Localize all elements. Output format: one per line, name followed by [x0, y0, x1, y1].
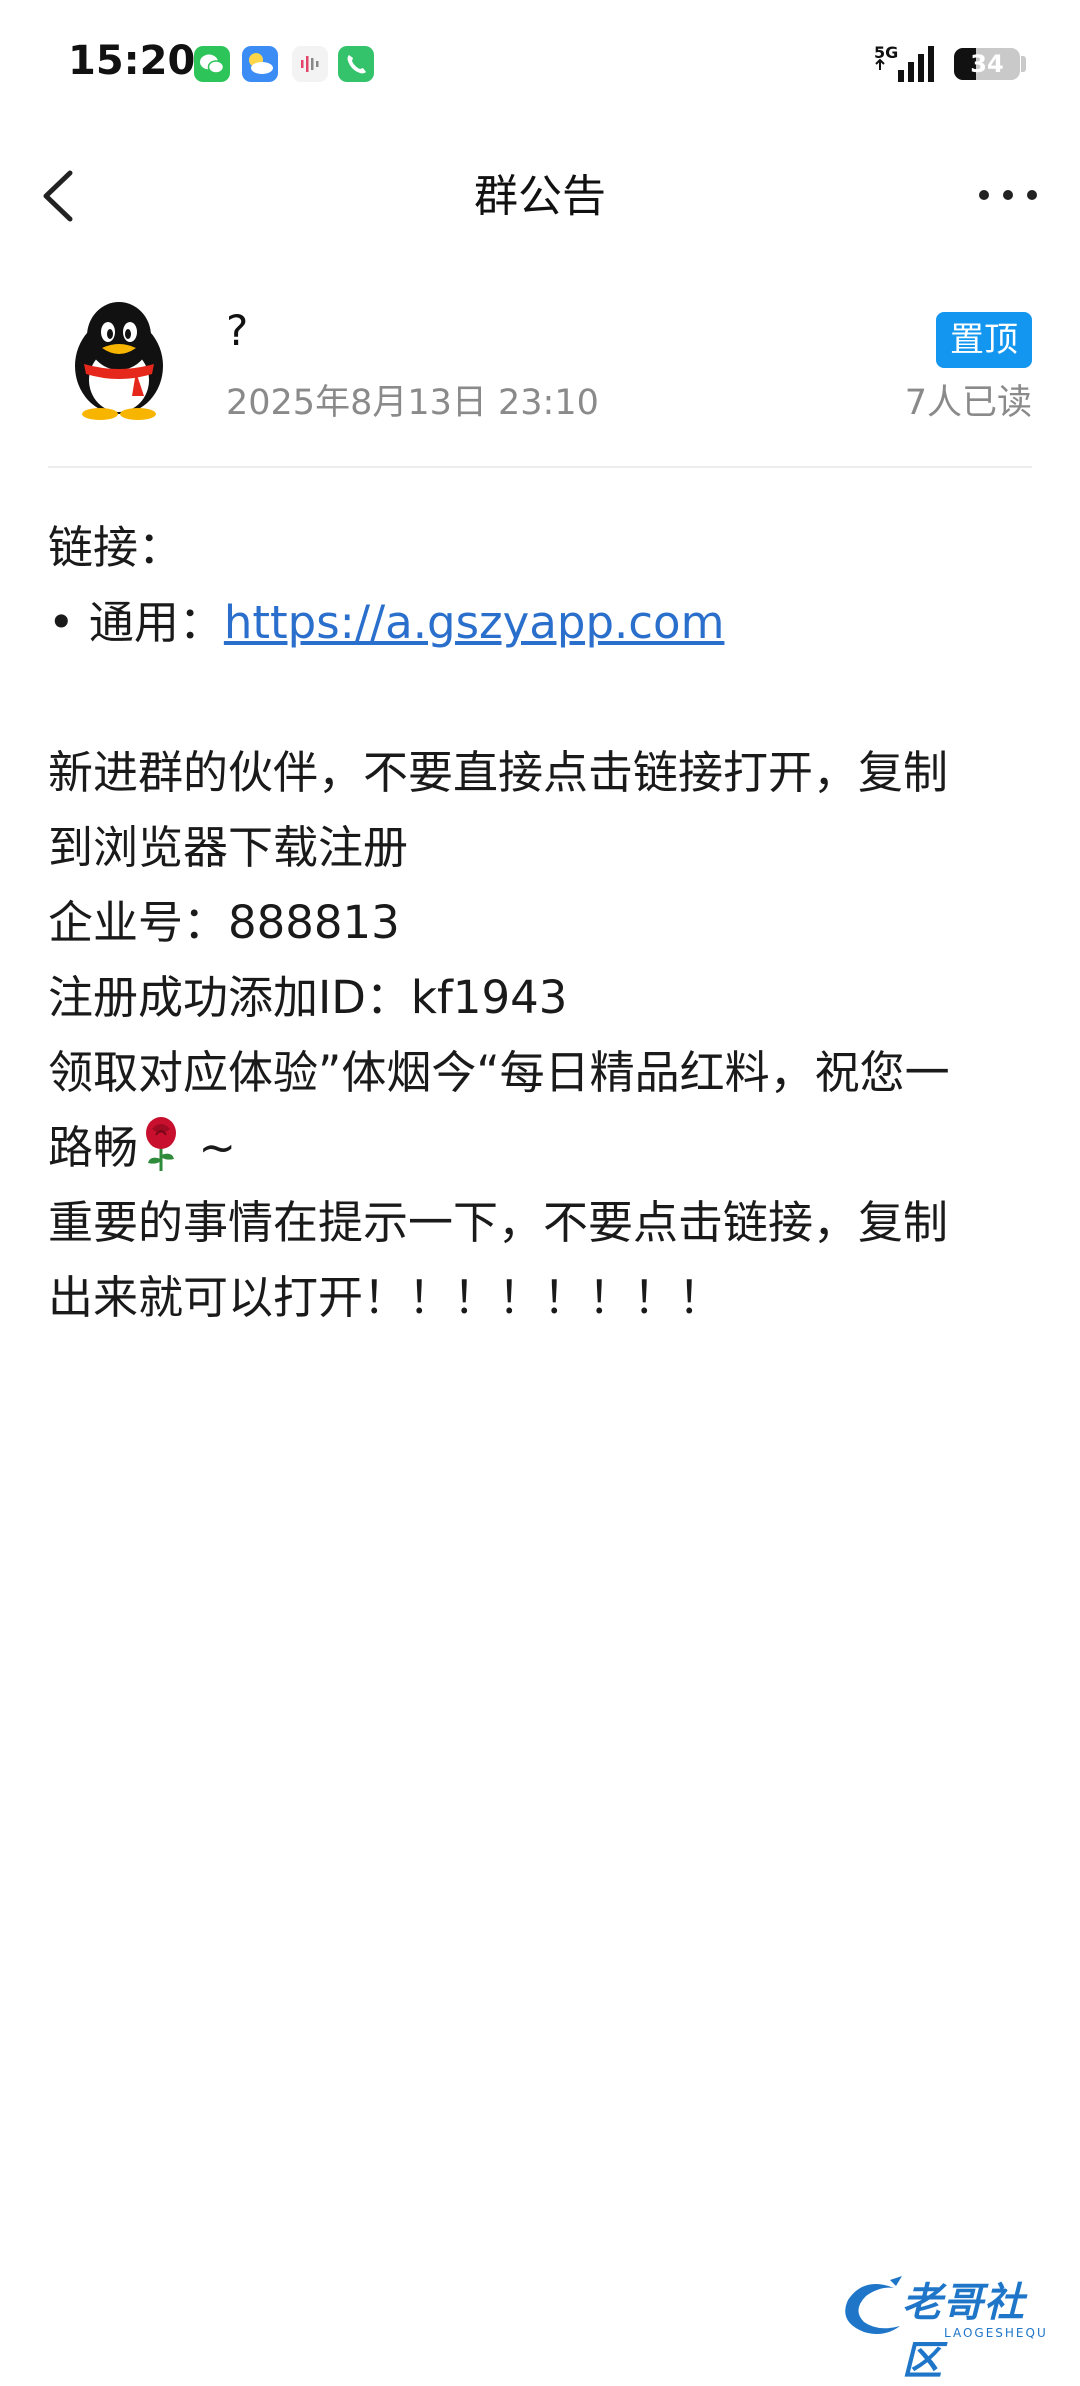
body-line: 到浏览器下载注册 [48, 821, 409, 874]
read-count[interactable]: 7人已读 [905, 374, 1032, 425]
more-dots-icon [979, 190, 1037, 200]
author-name: ? [226, 306, 249, 355]
page-title: 群公告 [474, 171, 606, 222]
body-line: 链接： [48, 521, 184, 574]
body-line-link: • 通用：https://a.gszyapp.com [48, 585, 1038, 660]
signal-icon: 5G [872, 40, 942, 86]
watermark-subtext: LAOGESHEQU [944, 2326, 1048, 2340]
download-link[interactable]: https://a.gszyapp.com [224, 596, 725, 649]
more-button[interactable] [970, 170, 1046, 220]
announcement-body: 链接： • 通用：https://a.gszyapp.com 新进群的伙伴，不要… [48, 510, 1038, 1335]
body-line-rose: 路畅 ~ [48, 1110, 1038, 1185]
svg-text:5G: 5G [874, 43, 898, 62]
battery-icon: 34 [954, 48, 1020, 80]
nav-bar: 群公告 [0, 140, 1080, 250]
wechat-icon [194, 46, 230, 82]
weather-icon [242, 46, 278, 82]
line-text: ~ [184, 1121, 237, 1174]
body-line: 注册成功添加ID：kf1943 [48, 971, 568, 1024]
pinned-badge: 置顶 [936, 312, 1032, 368]
body-line: 新进群的伙伴，不要直接点击链接打开，复制 [48, 746, 949, 799]
phone-icon [338, 46, 374, 82]
battery-tip [1021, 56, 1026, 72]
watermark-logo: 老哥社区 LAOGESHEQU [834, 2270, 1064, 2384]
link-prefix: • 通用： [48, 596, 224, 649]
body-line: 领取对应体验”体烟今“每日精品红料，祝您一 [48, 1046, 950, 1099]
qq-penguin-icon [75, 302, 163, 420]
rose-emoji-icon [138, 1115, 184, 1173]
body-line: 重要的事情在提示一下，不要点击链接，复制 [48, 1196, 949, 1249]
avatar[interactable] [66, 296, 172, 420]
status-time: 15:20 [68, 38, 196, 84]
line-text: 路畅 [48, 1121, 139, 1174]
battery-percent: 34 [970, 50, 1004, 78]
post-timestamp: 2025年8月13日 23:10 [226, 383, 599, 423]
body-line: 企业号：888813 [48, 896, 400, 949]
divider [48, 466, 1032, 468]
body-line: 出来就可以打开！！！！！！！！ [48, 1271, 724, 1324]
status-bar: 15:20 5G 34 [0, 0, 1080, 130]
voice-recorder-icon [292, 46, 328, 82]
